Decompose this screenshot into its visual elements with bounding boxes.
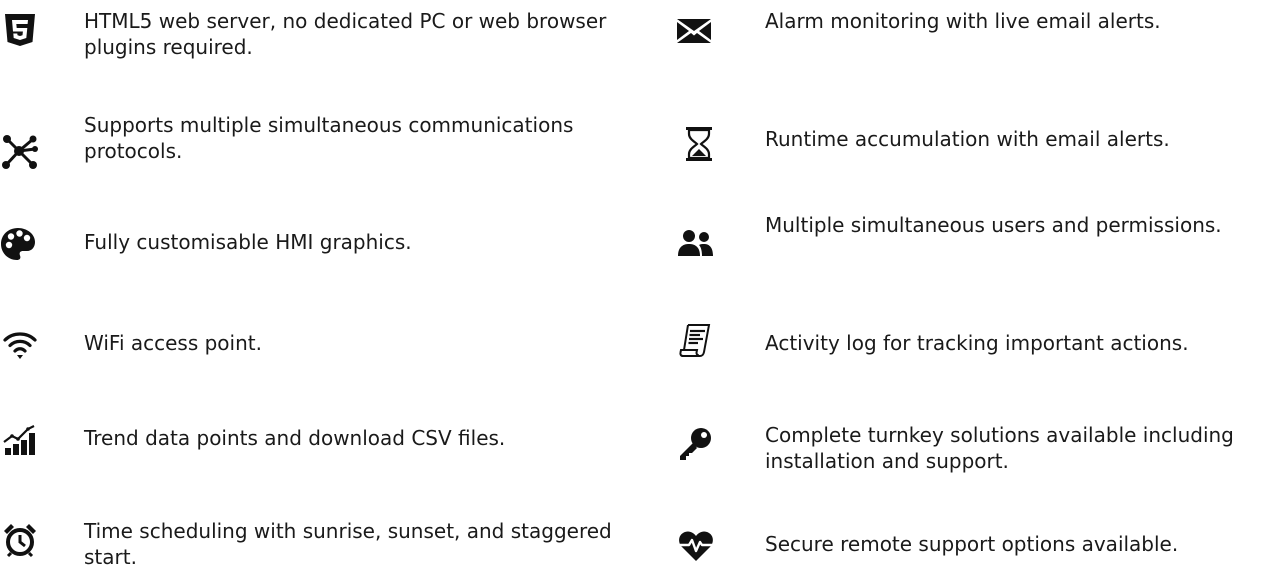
feature-text: Alarm monitoring with live email alerts.: [765, 9, 1161, 33]
envelope-icon: [676, 11, 712, 47]
log-scroll-icon: [678, 322, 714, 358]
feature-text: Activity log for tracking important acti…: [765, 331, 1189, 355]
html5-icon: [2, 12, 38, 48]
trend-chart-icon: [2, 422, 38, 458]
feature-text: Runtime accumulation with email alerts.: [765, 127, 1170, 151]
hourglass-icon: [682, 126, 718, 162]
feature-text: Complete turnkey solutions available inc…: [765, 423, 1234, 473]
feature-text: Secure remote support options available.: [765, 532, 1179, 556]
feature-text: Time scheduling with sunrise, sunset, an…: [84, 519, 612, 569]
palette-icon: [0, 226, 36, 262]
feature-text: WiFi access point.: [84, 331, 262, 355]
feature-text: Supports multiple simultaneous communica…: [84, 113, 574, 163]
feature-text: Trend data points and download CSV files…: [84, 426, 506, 450]
key-icon: [678, 426, 714, 462]
network-nodes-icon: [2, 134, 38, 170]
heartbeat-icon: [678, 528, 714, 564]
wifi-icon: [2, 327, 38, 363]
feature-text: Multiple simultaneous users and permissi…: [765, 213, 1222, 237]
alarm-clock-icon: [2, 522, 38, 558]
feature-text: HTML5 web server, no dedicated PC or web…: [84, 9, 607, 59]
users-icon: [678, 226, 714, 262]
feature-text: Fully customisable HMI graphics.: [84, 230, 412, 254]
